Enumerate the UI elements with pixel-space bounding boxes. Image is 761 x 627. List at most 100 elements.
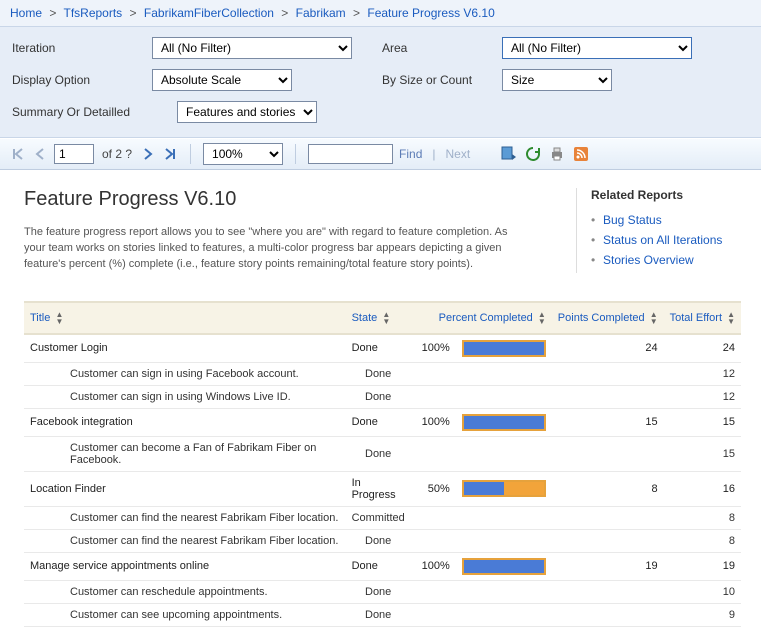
related-report-link[interactable]: Stories Overview	[603, 253, 694, 267]
refresh-icon[interactable]	[524, 145, 542, 163]
find-button[interactable]: Find	[399, 147, 422, 161]
toolbar-separator	[295, 144, 296, 164]
row-total-effort: 12	[664, 362, 741, 385]
column-header-title[interactable]: Title ▲▼	[24, 303, 346, 334]
feature-row: Location FinderIn Progress50%816	[24, 471, 741, 506]
row-points-completed	[552, 362, 664, 385]
row-progress-bar-cell	[456, 603, 552, 626]
row-points-completed	[552, 436, 664, 471]
row-points-completed: 15	[552, 408, 664, 436]
feature-row: Customer LoginDone100%2424	[24, 334, 741, 363]
find-input[interactable]	[308, 144, 393, 164]
sort-icon: ▲▼	[382, 311, 390, 325]
breadcrumb-sep: >	[281, 6, 288, 20]
last-page-icon[interactable]	[162, 146, 178, 162]
row-total-effort: 24	[664, 334, 741, 363]
report-toolbar: of 2 ? 100% Find | Next	[0, 138, 761, 170]
row-points-completed	[552, 529, 664, 552]
iteration-label: Iteration	[12, 41, 152, 55]
next-page-icon[interactable]	[140, 146, 156, 162]
row-title: Customer can find the nearest Fabrikam F…	[24, 506, 346, 529]
row-total-effort: 8	[664, 529, 741, 552]
by-size-or-count-select[interactable]: Size	[502, 69, 612, 91]
row-state: Done	[346, 385, 411, 408]
story-row: Customer can see upcoming appointments.D…	[24, 603, 741, 626]
display-option-label: Display Option	[12, 73, 152, 87]
prev-page-icon[interactable]	[32, 146, 48, 162]
row-percent: 50%	[411, 471, 456, 506]
row-state: Done	[346, 580, 411, 603]
parameter-panel: Iteration All (No Filter) Area All (No F…	[0, 27, 761, 138]
row-points-completed	[552, 506, 664, 529]
row-percent: 100%	[411, 552, 456, 580]
progress-bar-fill	[464, 482, 504, 495]
area-label: Area	[382, 41, 502, 55]
row-progress-bar-cell	[456, 471, 552, 506]
row-title: Customer can find the nearest Fabrikam F…	[24, 529, 346, 552]
row-progress-bar-cell	[456, 334, 552, 363]
zoom-select[interactable]: 100%	[203, 143, 283, 165]
find-next-button[interactable]: Next	[446, 147, 471, 161]
breadcrumb-sep: >	[49, 6, 56, 20]
row-percent	[411, 529, 456, 552]
row-total-effort: 12	[664, 385, 741, 408]
row-state: In Progress	[346, 471, 411, 506]
row-progress-bar-cell	[456, 385, 552, 408]
story-row: Customer can reschedule appointments.Don…	[24, 580, 741, 603]
row-state: Done	[346, 436, 411, 471]
row-state: Done	[346, 603, 411, 626]
display-option-select[interactable]: Absolute Scale	[152, 69, 292, 91]
column-header-effort[interactable]: Total Effort ▲▼	[664, 303, 741, 334]
row-percent	[411, 506, 456, 529]
row-total-effort: 19	[664, 552, 741, 580]
row-points-completed	[552, 580, 664, 603]
breadcrumb-link[interactable]: TfsReports	[64, 6, 123, 20]
print-icon[interactable]	[548, 145, 566, 163]
row-total-effort: 8	[664, 506, 741, 529]
sort-icon: ▲▼	[538, 311, 546, 325]
row-points-completed	[552, 603, 664, 626]
row-points-completed: 8	[552, 471, 664, 506]
row-progress-bar-cell	[456, 552, 552, 580]
row-state: Done	[346, 408, 411, 436]
iteration-select[interactable]: All (No Filter)	[152, 37, 352, 59]
row-progress-bar-cell	[456, 506, 552, 529]
area-select[interactable]: All (No Filter)	[502, 37, 692, 59]
column-header-percent[interactable]: Percent Completed ▲▼	[411, 303, 552, 334]
report-title: Feature Progress V6.10	[24, 188, 548, 211]
breadcrumb-link[interactable]: Fabrikam	[296, 6, 346, 20]
row-percent	[411, 436, 456, 471]
row-points-completed: 24	[552, 334, 664, 363]
first-page-icon[interactable]	[10, 146, 26, 162]
row-title: Customer can see upcoming appointments.	[24, 603, 346, 626]
report-description: The feature progress report allows you t…	[24, 225, 524, 273]
breadcrumb-link[interactable]: FabrikamFiberCollection	[144, 6, 274, 20]
row-state: Committed	[346, 506, 411, 529]
row-progress-bar-cell	[456, 362, 552, 385]
row-percent: 100%	[411, 334, 456, 363]
row-title: Customer can sign in using Facebook acco…	[24, 362, 346, 385]
progress-bar-fill	[464, 342, 544, 355]
column-header-points[interactable]: Points Completed ▲▼	[552, 303, 664, 334]
row-state: Done	[346, 552, 411, 580]
row-progress-bar-cell	[456, 408, 552, 436]
row-title: Facebook integration	[24, 408, 346, 436]
related-report-link[interactable]: Status on All Iterations	[603, 233, 722, 247]
breadcrumb-link[interactable]: Home	[10, 6, 42, 20]
related-report-link[interactable]: Bug Status	[603, 213, 662, 227]
row-percent	[411, 603, 456, 626]
column-header-state[interactable]: State ▲▼	[346, 303, 411, 334]
export-icon[interactable]	[500, 145, 518, 163]
page-number-input[interactable]	[54, 144, 94, 164]
feature-row: Facebook integrationDone100%1515	[24, 408, 741, 436]
summary-or-detail-select[interactable]: Features and stories	[177, 101, 317, 123]
related-reports-panel: Related Reports Bug Status Status on All…	[576, 188, 741, 273]
progress-bar	[462, 480, 546, 497]
row-progress-bar-cell	[456, 580, 552, 603]
story-row: Customer can sign in using Windows Live …	[24, 385, 741, 408]
row-state: Done	[346, 362, 411, 385]
report-header: Feature Progress V6.10 The feature progr…	[0, 170, 761, 283]
breadcrumb: Home > TfsReports > FabrikamFiberCollect…	[0, 0, 761, 27]
data-feed-icon[interactable]	[572, 145, 590, 163]
toolbar-separator	[190, 144, 191, 164]
